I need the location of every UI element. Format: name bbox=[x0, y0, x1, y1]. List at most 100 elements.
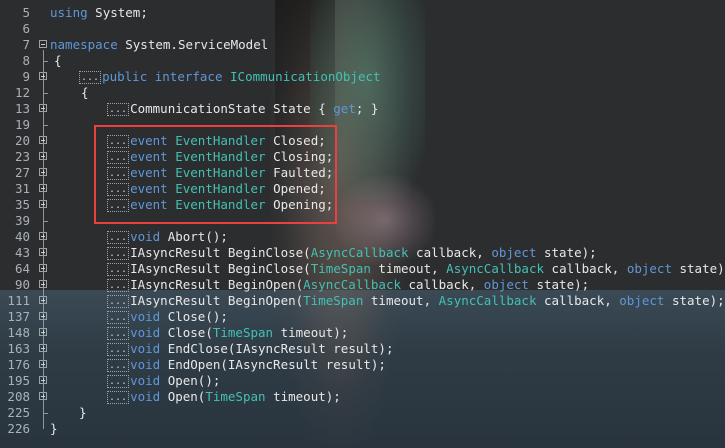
line-number: 7 bbox=[22, 37, 30, 52]
code-line[interactable]: 43... IAsyncResult BeginClose(AsyncCallba… bbox=[0, 245, 725, 261]
code-line[interactable]: 6 bbox=[0, 21, 725, 37]
expand-fold-icon[interactable] bbox=[39, 72, 47, 80]
expand-fold-icon[interactable] bbox=[39, 376, 47, 384]
line-number: 8 bbox=[22, 53, 30, 68]
code-line[interactable]: 137... void Close(); bbox=[0, 309, 725, 325]
keyword-token: void bbox=[130, 309, 161, 324]
type-token: TimeSpan bbox=[310, 261, 371, 276]
code-token: Abort(); bbox=[160, 229, 228, 244]
code-token: IAsyncResult BeginOpen( bbox=[130, 293, 304, 308]
code-text: { bbox=[54, 53, 62, 69]
line-number: 225 bbox=[7, 405, 30, 420]
expand-fold-icon[interactable] bbox=[39, 168, 47, 176]
code-line[interactable]: 5 using System; bbox=[0, 5, 725, 21]
code-token: System.ServiceModel bbox=[117, 37, 269, 52]
line-number: 137 bbox=[7, 309, 30, 324]
code-line[interactable]: 9... public interface ICommunicationObjec… bbox=[0, 69, 725, 85]
code-token: timeout); bbox=[273, 325, 349, 340]
collapsed-region-marker[interactable]: ... bbox=[107, 295, 130, 308]
expand-fold-icon[interactable] bbox=[39, 344, 47, 352]
expand-fold-icon[interactable] bbox=[39, 104, 47, 112]
code-line[interactable]: 90... IAsyncResult BeginOpen(AsyncCallbac… bbox=[0, 277, 725, 293]
code-line[interactable]: 8{ bbox=[0, 53, 725, 69]
code-line[interactable]: 7 namespace System.ServiceModel bbox=[0, 37, 725, 53]
expand-fold-icon[interactable] bbox=[39, 184, 47, 192]
code-line[interactable]: 12 { bbox=[0, 85, 725, 101]
code-text: using System; bbox=[50, 5, 148, 21]
line-number: 35 bbox=[14, 197, 30, 212]
type-token: TimeSpan bbox=[303, 293, 364, 308]
code-line[interactable]: 226} bbox=[0, 421, 725, 437]
expand-fold-icon[interactable] bbox=[39, 280, 47, 288]
code-line[interactable]: 225} bbox=[0, 405, 725, 421]
collapse-fold-icon[interactable] bbox=[39, 40, 47, 48]
code-text: ... void Abort(); bbox=[107, 229, 228, 245]
code-text: ... IAsyncResult BeginClose(AsyncCallback… bbox=[107, 245, 597, 261]
code-token: Close(); bbox=[160, 309, 228, 324]
keyword-token: public bbox=[102, 69, 148, 84]
code-token: state); bbox=[528, 277, 590, 292]
line-number: 176 bbox=[7, 357, 30, 372]
keyword-token: void bbox=[130, 357, 161, 372]
keyword-token: namespace bbox=[50, 37, 118, 52]
expand-fold-icon[interactable] bbox=[39, 296, 47, 304]
type-token: AsyncCallback bbox=[303, 277, 401, 292]
collapsed-region-marker[interactable]: ... bbox=[107, 391, 130, 404]
code-line[interactable]: 163 ... void EndClose(IAsyncResult result)… bbox=[0, 341, 725, 357]
expand-fold-icon[interactable] bbox=[39, 136, 47, 144]
expand-fold-icon[interactable] bbox=[39, 328, 47, 336]
code-line[interactable]: 13... CommunicationState State { get; } bbox=[0, 101, 725, 117]
collapsed-region-marker[interactable]: ... bbox=[107, 247, 130, 260]
line-number: 64 bbox=[14, 261, 30, 276]
collapsed-region-marker[interactable]: ... bbox=[107, 263, 130, 276]
expand-fold-icon[interactable] bbox=[39, 312, 47, 320]
code-token: state); bbox=[536, 245, 597, 260]
line-number: 39 bbox=[14, 213, 30, 228]
code-token: IAsyncResult BeginClose( bbox=[130, 261, 311, 276]
collapsed-region-marker[interactable]: ... bbox=[107, 279, 130, 292]
code-text: ... IAsyncResult BeginClose(TimeSpan time… bbox=[107, 261, 725, 277]
expand-fold-icon[interactable] bbox=[39, 232, 47, 240]
line-number: 163 bbox=[7, 341, 30, 356]
type-token: TimeSpan bbox=[212, 325, 274, 340]
fold-guide-tick bbox=[43, 221, 48, 222]
keyword-token: object bbox=[626, 261, 672, 276]
code-token: ; } bbox=[355, 101, 379, 116]
code-line[interactable]: 64 ... IAsyncResult BeginClose(TimeSpan ti… bbox=[0, 261, 725, 277]
line-number: 148 bbox=[7, 325, 30, 340]
code-token: callback, bbox=[544, 261, 627, 276]
collapsed-region-marker[interactable]: ... bbox=[107, 231, 130, 244]
keyword-token: void bbox=[130, 325, 161, 340]
expand-fold-icon[interactable] bbox=[39, 152, 47, 160]
expand-fold-icon[interactable] bbox=[39, 248, 47, 256]
code-text: namespace System.ServiceModel bbox=[50, 37, 268, 53]
collapsed-region-marker[interactable]: ... bbox=[107, 343, 130, 356]
code-line[interactable]: 148 ... void Close(TimeSpan timeout); bbox=[0, 325, 725, 341]
collapsed-region-marker[interactable]: ... bbox=[107, 311, 130, 324]
fold-guide-tick bbox=[43, 93, 48, 94]
collapsed-region-marker[interactable]: ... bbox=[107, 375, 130, 388]
collapsed-region-marker[interactable]: ... bbox=[107, 359, 130, 372]
code-line[interactable]: 195... void Open(); bbox=[0, 373, 725, 389]
code-line[interactable]: 40... void Abort(); bbox=[0, 229, 725, 245]
code-text: ... void Close(TimeSpan timeout); bbox=[107, 325, 348, 341]
fold-guide-tick bbox=[43, 125, 48, 126]
expand-fold-icon[interactable] bbox=[39, 392, 47, 400]
keyword-token: get bbox=[333, 101, 356, 116]
code-text: ... void Open(); bbox=[107, 373, 220, 389]
code-line[interactable]: 176... void EndOpen(IAsyncResult result); bbox=[0, 357, 725, 373]
collapsed-region-marker[interactable]: ... bbox=[107, 103, 130, 116]
collapsed-region-marker[interactable]: ... bbox=[107, 327, 130, 340]
code-text: ... void EndClose(IAsyncResult result); bbox=[107, 341, 393, 357]
line-number: 5 bbox=[22, 5, 30, 20]
code-line[interactable]: 111... IAsyncResult BeginOpen(TimeSpan ti… bbox=[0, 293, 725, 309]
type-token: AsyncCallback bbox=[310, 245, 409, 260]
code-token: Open(); bbox=[160, 373, 221, 388]
collapsed-region-marker[interactable]: ... bbox=[79, 71, 102, 84]
code-line[interactable]: 208... void Open(TimeSpan timeout); bbox=[0, 389, 725, 405]
expand-fold-icon[interactable] bbox=[39, 264, 47, 272]
expand-fold-icon[interactable] bbox=[39, 200, 47, 208]
expand-fold-icon[interactable] bbox=[39, 360, 47, 368]
code-editor[interactable]: 5 using System; 6 7 namespace System.Service… bbox=[0, 0, 725, 448]
line-number: 111 bbox=[7, 293, 30, 308]
